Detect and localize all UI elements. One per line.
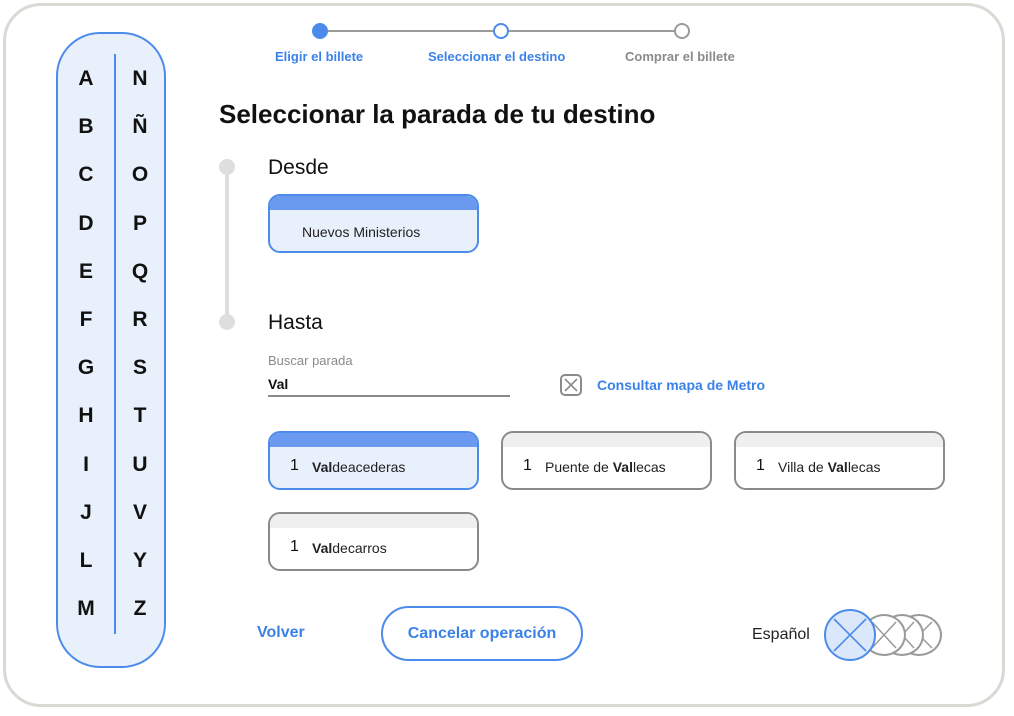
line-number: 1: [290, 457, 299, 474]
from-station-card[interactable]: Nuevos Ministerios: [268, 194, 479, 253]
result-card-valdeacederas[interactable]: 1 Valdeacederas: [268, 431, 479, 490]
route-start-dot: [219, 159, 235, 175]
metro-map-icon[interactable]: [560, 374, 582, 396]
station-name: Valdecarros: [312, 540, 387, 556]
step-label-buy-ticket: Comprar el billete: [625, 49, 735, 64]
alphabet-column-right: NÑOPQRSTUVYZ: [118, 62, 162, 640]
alphabet-letter[interactable]: B: [64, 110, 108, 158]
result-card-valdecarros[interactable]: 1 Valdecarros: [268, 512, 479, 571]
language-option-spanish-selected[interactable]: [824, 609, 876, 661]
route-line: [225, 167, 229, 323]
station-name: Valdeacederas: [312, 459, 406, 475]
card-header-band: [503, 433, 710, 447]
card-header-band: [270, 514, 477, 528]
alphabet-letter[interactable]: D: [64, 207, 108, 255]
alphabet-letter[interactable]: I: [64, 448, 108, 496]
alphabet-letter[interactable]: T: [118, 399, 162, 447]
alphabet-letter[interactable]: S: [118, 351, 162, 399]
result-card-villa-de-vallecas[interactable]: 1 Villa de Vallecas: [734, 431, 945, 490]
from-station-name: Nuevos Ministerios: [302, 224, 421, 240]
page-title: Seleccionar la parada de tu destino: [219, 99, 656, 129]
selected-flag-icon: [833, 618, 867, 652]
language-label: Español: [752, 626, 810, 643]
alphabet-letter[interactable]: Q: [118, 255, 162, 303]
alphabet-column-left: ABCDEFGHIJLM: [64, 62, 108, 640]
alphabet-letter[interactable]: H: [64, 399, 108, 447]
station-name: Villa de Vallecas: [778, 459, 881, 475]
station-name: Puente de Vallecas: [545, 459, 666, 475]
alphabet-divider: [114, 54, 116, 634]
alphabet-letter[interactable]: L: [64, 544, 108, 592]
alphabet-letter[interactable]: U: [118, 448, 162, 496]
line-number: 1: [523, 457, 532, 474]
close-x-glyph: [564, 378, 578, 392]
alphabet-letter[interactable]: P: [118, 207, 162, 255]
alphabet-letter[interactable]: F: [64, 303, 108, 351]
step-current-dot: [493, 23, 509, 39]
step-done-dot: [312, 23, 328, 39]
metro-map-link[interactable]: Consultar mapa de Metro: [597, 377, 765, 393]
card-header-band: [270, 433, 477, 447]
step-pending-dot: [674, 23, 690, 39]
result-card-puente-de-vallecas[interactable]: 1 Puente de Vallecas: [501, 431, 712, 490]
search-input[interactable]: [268, 373, 510, 397]
alphabet-letter[interactable]: Y: [118, 544, 162, 592]
card-header-band: [270, 196, 477, 210]
alphabet-letter[interactable]: Z: [118, 592, 162, 640]
alphabet-letter[interactable]: N: [118, 62, 162, 110]
line-number: 1: [756, 457, 765, 474]
alphabet-letter[interactable]: Ñ: [118, 110, 162, 158]
alphabet-letter[interactable]: E: [64, 255, 108, 303]
to-label: Hasta: [268, 311, 323, 334]
from-label: Desde: [268, 156, 329, 179]
alphabet-letter[interactable]: C: [64, 158, 108, 206]
alphabet-letter[interactable]: A: [64, 62, 108, 110]
step-label-select-destination[interactable]: Seleccionar el destino: [428, 49, 565, 64]
alphabet-letter[interactable]: V: [118, 496, 162, 544]
route-end-dot: [219, 314, 235, 330]
alphabet-letter[interactable]: M: [64, 592, 108, 640]
alphabet-letter[interactable]: J: [64, 496, 108, 544]
cancel-button[interactable]: Cancelar operación: [381, 606, 583, 661]
alphabet-letter[interactable]: O: [118, 158, 162, 206]
back-link[interactable]: Volver: [257, 624, 305, 642]
alphabet-index: ABCDEFGHIJLM NÑOPQRSTUVYZ: [56, 32, 166, 668]
alphabet-letter[interactable]: R: [118, 303, 162, 351]
card-header-band: [736, 433, 943, 447]
line-number: 1: [290, 538, 299, 555]
search-label: Buscar parada: [268, 353, 353, 368]
alphabet-letter[interactable]: G: [64, 351, 108, 399]
step-label-choose-ticket[interactable]: Eligir el billete: [275, 49, 363, 64]
